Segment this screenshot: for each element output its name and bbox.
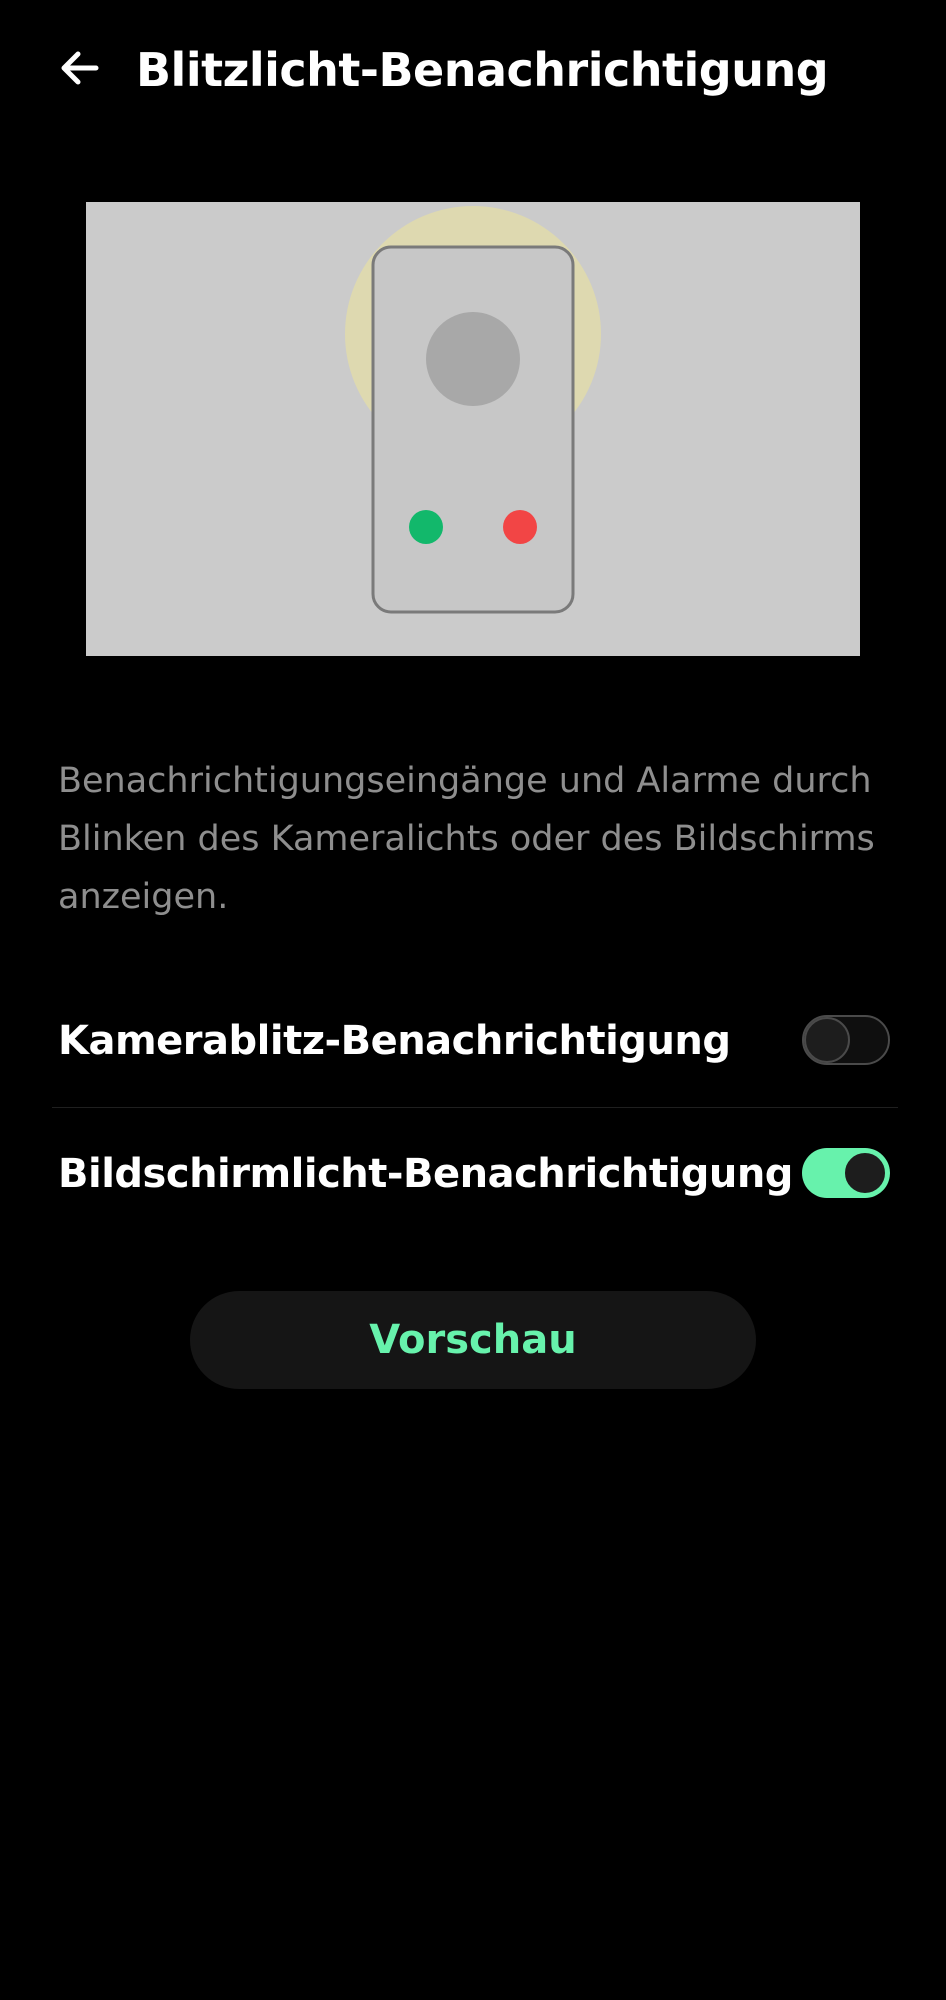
screen-light-notification-label: Bildschirmlicht-Benachrichtigung [58,1151,793,1197]
camera-flash-notification-row[interactable]: Kamerablitz-Benachrichtigung [52,975,898,1108]
page-title: Blitzlicht-Benachrichtigung [136,43,829,97]
toggle-knob [842,1150,888,1196]
green-dot [409,510,443,544]
back-button[interactable] [44,32,116,104]
camera-flash-notification-toggle[interactable] [802,1015,890,1065]
flash-illustration [86,202,860,656]
phone-outline [371,245,575,614]
toggle-knob [804,1017,850,1063]
app-header: Blitzlicht-Benachrichtigung [0,0,946,140]
preview-button[interactable]: Vorschau [190,1291,756,1389]
screen-light-notification-row[interactable]: Bildschirmlicht-Benachrichtigung [52,1108,898,1240]
description-text: Benachrichtigungseingänge und Alarme dur… [58,761,875,917]
phone-screen-circle [426,312,520,406]
screen-light-notification-toggle[interactable] [802,1148,890,1198]
preview-button-label: Vorschau [369,1317,577,1363]
camera-flash-notification-label: Kamerablitz-Benachrichtigung [58,1018,731,1064]
arrow-left-icon [61,51,99,85]
red-dot [503,510,537,544]
